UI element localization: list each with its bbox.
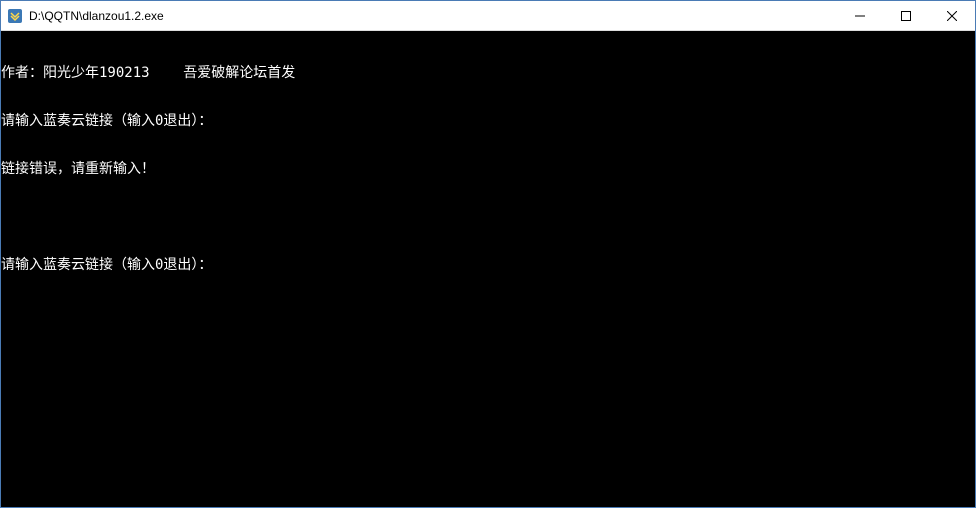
- minimize-button[interactable]: [837, 1, 883, 30]
- console-prompt-line: 请输入蓝奏云链接（输入0退出）：: [1, 257, 975, 273]
- window-title: D:\QQTN\dlanzou1.2.exe: [29, 9, 837, 23]
- titlebar[interactable]: D:\QQTN\dlanzou1.2.exe: [1, 1, 975, 31]
- console-line: 链接错误，请重新输入！: [1, 161, 975, 177]
- console-line: 作者：阳光少年190213 吾爱破解论坛首发: [1, 65, 975, 81]
- maximize-button[interactable]: [883, 1, 929, 30]
- application-window: D:\QQTN\dlanzou1.2.exe 作者：阳光少年190213 吾爱破…: [0, 0, 976, 508]
- close-button[interactable]: [929, 1, 975, 30]
- app-icon: [7, 8, 23, 24]
- console-line: [1, 209, 975, 225]
- console-line: 请输入蓝奏云链接（输入0退出）：: [1, 113, 975, 129]
- window-controls: [837, 1, 975, 30]
- console-area[interactable]: 作者：阳光少年190213 吾爱破解论坛首发 请输入蓝奏云链接（输入0退出）： …: [1, 31, 975, 507]
